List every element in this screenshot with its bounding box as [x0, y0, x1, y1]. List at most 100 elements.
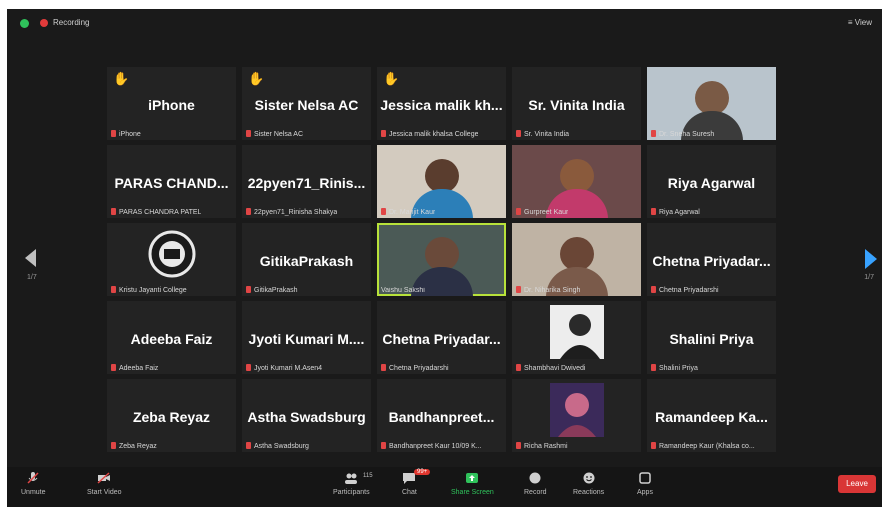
person-head	[694, 81, 729, 115]
page-indicator-right: 1/7	[864, 274, 874, 281]
participant-tile[interactable]: Adeeba Faiz Adeeba Faiz	[107, 301, 236, 374]
person-head	[424, 159, 459, 193]
muted-mic-icon	[516, 208, 521, 215]
muted-mic-icon	[111, 130, 116, 137]
apps-button[interactable]: Apps	[637, 471, 653, 496]
participant-label: Shalini Priya	[651, 364, 698, 372]
participant-name: Sister Nelsa AC	[254, 131, 304, 138]
participant-tile[interactable]: Zeba Reyaz Zeba Reyaz	[107, 379, 236, 452]
participant-display-name: Astha Swadsburg	[247, 409, 366, 425]
person-head	[559, 237, 594, 271]
participant-name: Kristu Jayanti College	[119, 287, 187, 294]
participant-tile[interactable]: PARAS CHAND... PARAS CHANDRA PATEL	[107, 145, 236, 218]
record-label: Record	[524, 489, 547, 496]
participant-tile[interactable]: Shalini Priya Shalini Priya	[647, 301, 776, 374]
participant-tile-video[interactable]: Gurpreet Kaur	[512, 145, 641, 218]
participant-display-name: 22pyen71_Rinis...	[247, 175, 366, 191]
muted-mic-icon	[246, 208, 251, 215]
participant-tile[interactable]: ✋ Sister Nelsa AC Sister Nelsa AC	[242, 67, 371, 140]
participant-tile[interactable]: 22pyen71_Rinis... 22pyen71_Rinisha Shaky…	[242, 145, 371, 218]
participant-tile[interactable]: Ramandeep Ka... Ramandeep Kaur (Khalsa c…	[647, 379, 776, 452]
participant-name: Jessica malik khalsa College	[389, 131, 479, 138]
participant-tile-video[interactable]: Dr. Niharika Singh	[512, 223, 641, 296]
leave-button[interactable]: Leave	[838, 475, 876, 493]
participant-name: Vaishu Sakshi	[381, 287, 425, 294]
participant-tile[interactable]: Bandhanpreet... Bandhanpreet Kaur 10/09 …	[377, 379, 506, 452]
participant-tile[interactable]: ✋ Jessica malik kh... Jessica malik khal…	[377, 67, 506, 140]
participant-tile-video[interactable]: Dr. Sneha Suresh	[647, 67, 776, 140]
participant-display-name: Adeeba Faiz	[130, 331, 213, 347]
participant-tile[interactable]: Richa Rashmi	[512, 379, 641, 452]
top-bar: Recording ≡ View	[7, 9, 882, 37]
muted-mic-icon	[111, 364, 116, 371]
participant-label: Dr. Manjit Kaur	[381, 208, 435, 216]
participant-name: Ramandeep Kaur (Khalsa co...	[659, 443, 755, 450]
participant-tile[interactable]: Sr. Vinita India Sr. Vinita India	[512, 67, 641, 140]
participant-label: Ramandeep Kaur (Khalsa co...	[651, 442, 755, 450]
reactions-smiley-icon	[583, 472, 595, 484]
participant-label: Zeba Reyaz	[111, 442, 157, 450]
participant-display-name: Sister Nelsa AC	[254, 97, 359, 113]
next-page-arrow-icon[interactable]	[865, 249, 877, 269]
participant-name: PARAS CHANDRA PATEL	[119, 209, 202, 216]
chat-button[interactable]: 99+ Chat	[402, 469, 431, 496]
participant-tile[interactable]: Jyoti Kumari M.... Jyoti Kumari M.Asen4	[242, 301, 371, 374]
unmute-button[interactable]: Unmute	[21, 471, 46, 496]
participant-tile[interactable]: Chetna Priyadar... Chetna Priyadarshi	[377, 301, 506, 374]
muted-mic-icon	[246, 130, 251, 137]
participant-name: Richa Rashmi	[524, 443, 568, 450]
participant-name: Shambhavi Dwivedi	[524, 365, 586, 372]
participants-button[interactable]: 115 Participants	[333, 471, 373, 496]
participant-name: Zeba Reyaz	[119, 443, 157, 450]
muted-mic-icon	[111, 442, 116, 449]
participant-label: Riya Agarwal	[651, 208, 700, 216]
participant-tile[interactable]: Astha Swadsburg Astha Swadsburg	[242, 379, 371, 452]
security-shield-icon[interactable]	[20, 19, 29, 28]
muted-mic-icon	[516, 364, 521, 371]
participant-display-name: Zeba Reyaz	[132, 409, 211, 425]
video-off-icon	[97, 472, 111, 484]
share-screen-button[interactable]: Share Screen	[451, 471, 494, 496]
muted-mic-icon	[246, 364, 251, 371]
participant-label: Jyoti Kumari M.Asen4	[246, 364, 322, 372]
participant-tile[interactable]: GitikaPrakash GitikaPrakash	[242, 223, 371, 296]
view-label: View	[854, 18, 872, 27]
video-feed	[377, 223, 506, 296]
participant-display-name: Shalini Priya	[669, 331, 754, 347]
raised-hand-icon: ✋	[383, 71, 400, 86]
muted-mic-icon	[381, 364, 386, 371]
participant-label: GitikaPrakash	[246, 286, 298, 294]
muted-mic-icon	[111, 208, 116, 215]
previous-page-arrow-icon[interactable]	[25, 249, 36, 267]
participant-tile[interactable]: Chetna Priyadar... Chetna Priyadarshi	[647, 223, 776, 296]
participant-tile[interactable]: Kristu Jayanti College	[107, 223, 236, 296]
participant-label: Kristu Jayanti College	[111, 286, 187, 294]
participant-display-name: iPhone	[148, 97, 195, 113]
participant-label: Adeeba Faiz	[111, 364, 158, 372]
recording-label: Recording	[53, 18, 90, 27]
participants-label: Participants	[333, 489, 370, 496]
zoom-meeting-window: Recording ≡ View 1/7 1/7 ✋ iPhone iPhone…	[7, 9, 882, 507]
participant-tile[interactable]: ✋ iPhone iPhone	[107, 67, 236, 140]
participant-label: Chetna Priyadarshi	[381, 364, 449, 372]
participant-display-name: Jyoti Kumari M....	[248, 331, 365, 347]
participant-name: Dr. Sneha Suresh	[659, 131, 715, 138]
meeting-toolbar: Unmute Start Video 115 Participants 99+ …	[7, 467, 882, 507]
muted-mic-icon	[381, 208, 386, 215]
participant-label: iPhone	[111, 130, 141, 138]
participant-tile[interactable]: Shambhavi Dwivedi	[512, 301, 641, 374]
muted-mic-icon	[381, 130, 386, 137]
raised-hand-icon: ✋	[248, 71, 265, 86]
chat-unread-badge: 99+	[414, 469, 431, 475]
participant-tile-active-speaker[interactable]: Vaishu Sakshi	[377, 223, 506, 296]
start-video-button[interactable]: Start Video	[87, 471, 122, 496]
view-button[interactable]: ≡ View	[848, 18, 872, 27]
record-button[interactable]: Record	[524, 471, 547, 496]
participant-name: Chetna Priyadarshi	[389, 365, 449, 372]
participant-tile-video[interactable]: Dr. Manjit Kaur	[377, 145, 506, 218]
muted-mic-icon	[516, 442, 521, 449]
apps-label: Apps	[637, 489, 653, 496]
reactions-button[interactable]: Reactions	[573, 471, 604, 496]
participant-tile[interactable]: Riya Agarwal Riya Agarwal	[647, 145, 776, 218]
participants-count: 115	[363, 473, 373, 479]
